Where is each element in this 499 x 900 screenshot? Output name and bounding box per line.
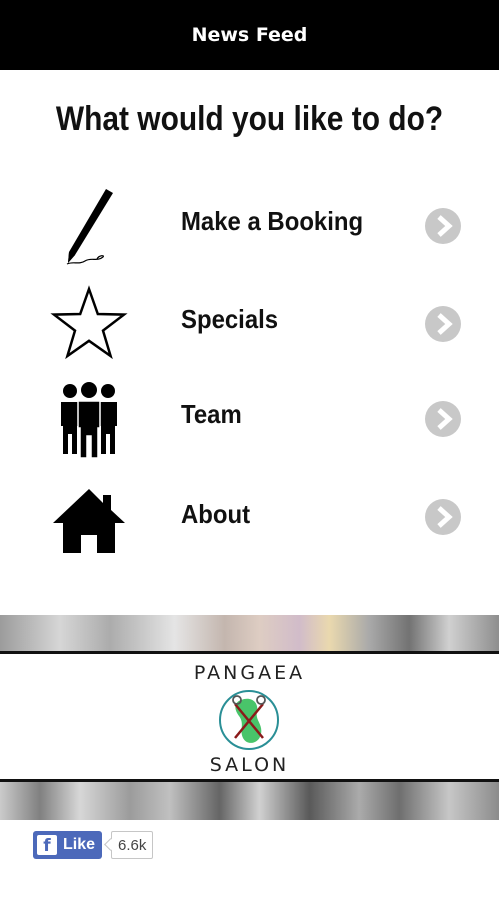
menu-item-make-a-booking[interactable]: Make a Booking bbox=[0, 182, 499, 274]
pen-icon bbox=[48, 186, 130, 268]
chevron-right-icon[interactable] bbox=[425, 208, 461, 244]
facebook-like-label: Like bbox=[63, 836, 96, 853]
salon-logo: PANGAEA SALON bbox=[0, 651, 499, 782]
top-bar: News Feed bbox=[0, 0, 499, 70]
menu-item-label: Make a Booking bbox=[181, 206, 364, 236]
scissors-logo-icon bbox=[219, 690, 279, 750]
main-heading: What would you like to do? bbox=[55, 100, 444, 138]
facebook-like-count: 6.6k bbox=[111, 831, 154, 859]
salon-banner: PANGAEA SALON bbox=[0, 615, 499, 820]
menu-item-label: Team bbox=[181, 399, 242, 429]
chevron-right-icon[interactable] bbox=[425, 306, 461, 342]
facebook-icon: f bbox=[37, 835, 57, 855]
menu-item-label: Specials bbox=[181, 304, 279, 334]
facebook-like-widget: f Like 6.6k bbox=[33, 830, 154, 860]
star-icon bbox=[48, 282, 130, 364]
chevron-right-icon[interactable] bbox=[425, 499, 461, 535]
page-title: News Feed bbox=[191, 24, 308, 46]
menu-item-team[interactable]: Team bbox=[0, 375, 499, 467]
people-icon bbox=[48, 377, 130, 459]
facebook-like-button[interactable]: f Like bbox=[33, 831, 103, 859]
menu-item-label: About bbox=[181, 499, 251, 529]
salon-photo-strip bbox=[0, 615, 499, 653]
home-icon bbox=[48, 477, 130, 559]
logo-text-top: PANGAEA bbox=[193, 662, 306, 684]
chevron-right-icon[interactable] bbox=[425, 401, 461, 437]
logo-text-bottom: SALON bbox=[209, 754, 290, 776]
menu-item-specials[interactable]: Specials bbox=[0, 280, 499, 372]
menu-item-about[interactable]: About bbox=[0, 475, 499, 567]
salon-photo-strip bbox=[0, 782, 499, 820]
